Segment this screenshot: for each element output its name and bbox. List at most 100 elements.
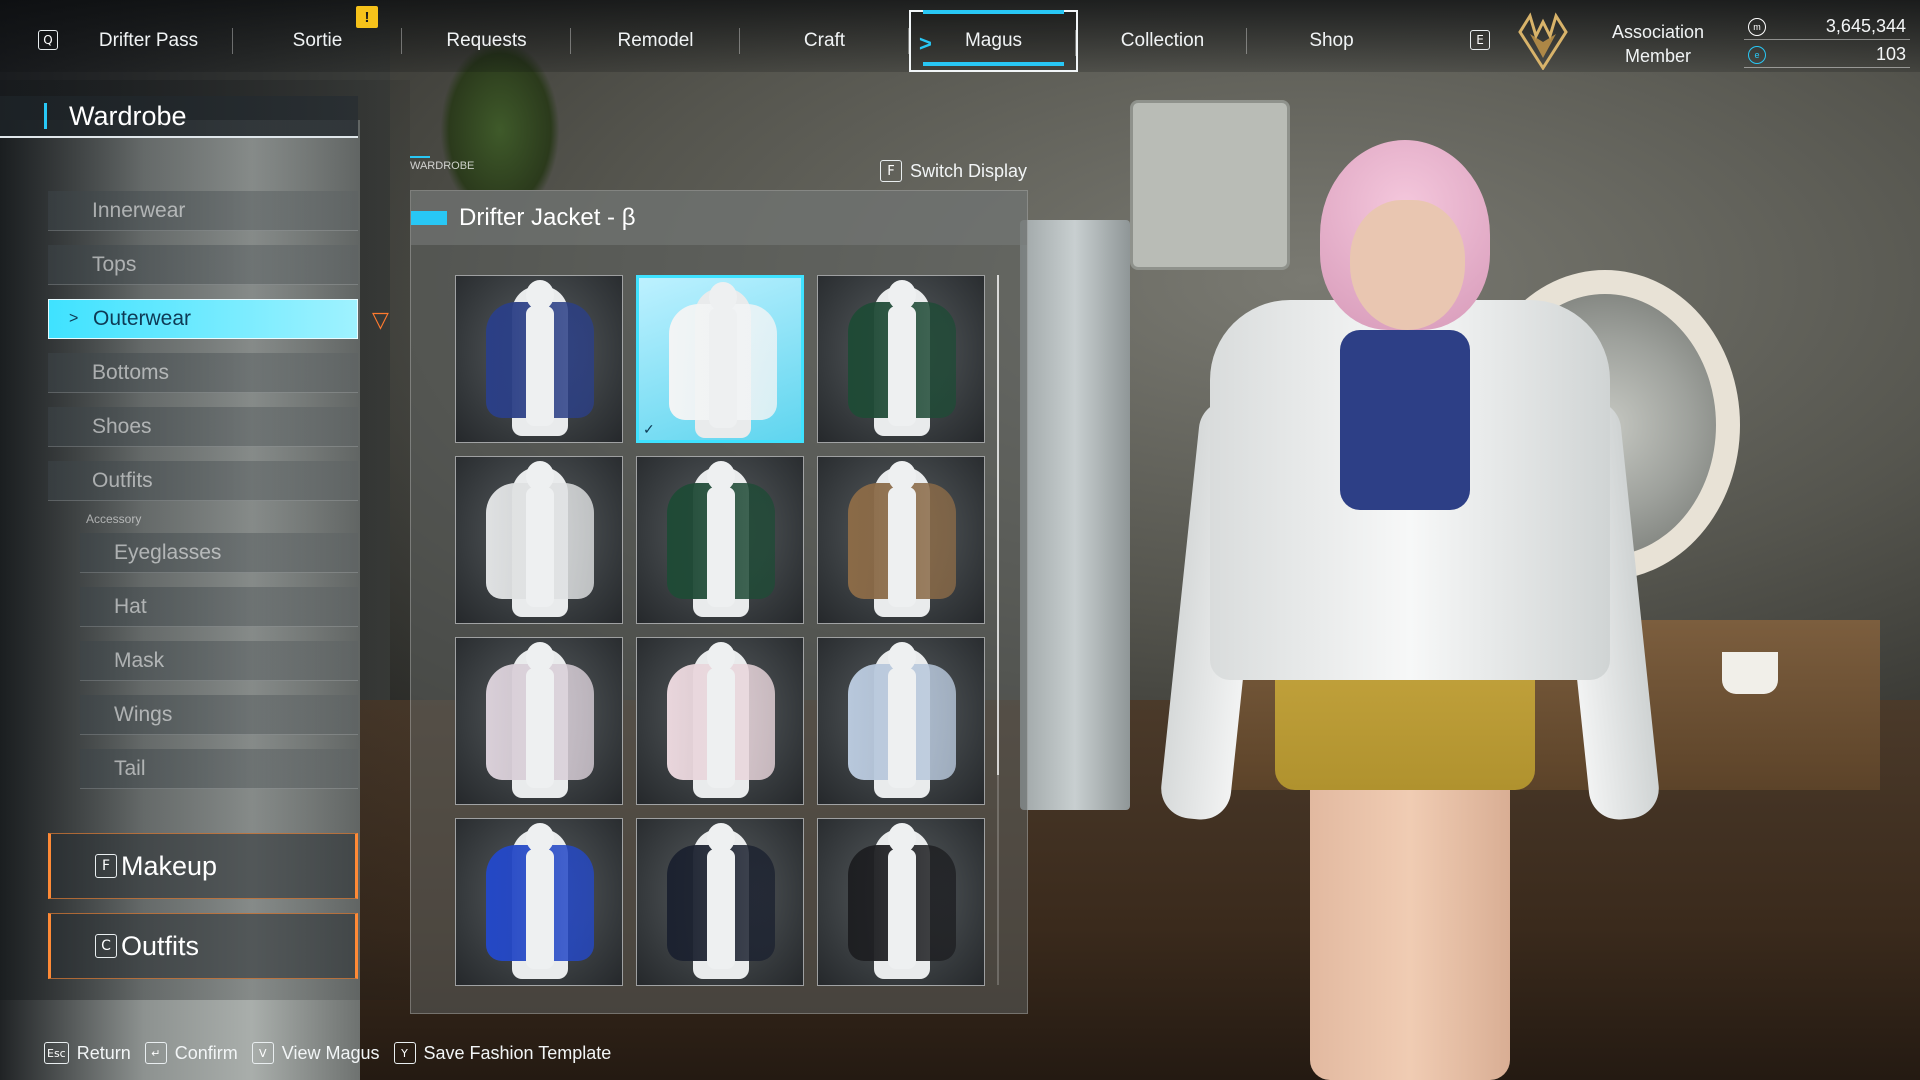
category-label: Tail bbox=[114, 756, 146, 780]
mannequin-head bbox=[888, 642, 916, 672]
outfit-item-tile[interactable] bbox=[817, 818, 985, 986]
category-bottoms[interactable]: Bottoms bbox=[48, 353, 358, 393]
outfit-item-tile[interactable] bbox=[455, 275, 623, 443]
bodysuit-preview bbox=[526, 306, 554, 426]
item-grid: ✓ bbox=[455, 275, 985, 986]
category-label: Bottoms bbox=[92, 360, 170, 384]
mannequin-head bbox=[707, 823, 735, 853]
tea-cup bbox=[1722, 652, 1778, 694]
nav-prev-key[interactable]: Q bbox=[38, 30, 58, 50]
currency-secondary: e 103 bbox=[1744, 42, 1910, 68]
check-icon: ✓ bbox=[643, 421, 655, 437]
outfit-item-tile[interactable] bbox=[455, 818, 623, 986]
tab-label: Sortie bbox=[292, 30, 343, 51]
outfit-item-tile[interactable] bbox=[817, 637, 985, 805]
outfit-item-tile[interactable] bbox=[636, 637, 804, 805]
outfit-item-tile[interactable] bbox=[636, 456, 804, 624]
accessory-section-label: Accessory bbox=[86, 512, 142, 526]
gem-icon: e bbox=[1748, 45, 1766, 64]
category-tail[interactable]: Tail bbox=[80, 749, 358, 789]
outfit-item-tile[interactable] bbox=[636, 818, 804, 986]
mannequin-head bbox=[707, 461, 735, 491]
header-accent bbox=[411, 211, 447, 225]
category-wings[interactable]: Wings bbox=[80, 695, 358, 735]
key-hints: Esc Return ↵ Confirm V View Magus Y Save… bbox=[44, 1042, 625, 1064]
outfits-label: Outfits bbox=[121, 930, 200, 961]
rank-line-1: Association bbox=[1611, 22, 1705, 42]
nav-next-key[interactable]: E bbox=[1470, 30, 1490, 50]
character-legs bbox=[1310, 770, 1510, 1080]
bodysuit-preview bbox=[709, 308, 737, 428]
category-hat[interactable]: Hat bbox=[80, 587, 358, 627]
hint-key: V bbox=[251, 1042, 274, 1064]
tab-label: Shop bbox=[1309, 30, 1354, 51]
category-shoes[interactable]: Shoes bbox=[48, 407, 358, 447]
category-tops[interactable]: Tops bbox=[48, 245, 358, 285]
currency-secondary-value: 103 bbox=[1875, 44, 1906, 64]
character-preview[interactable] bbox=[1158, 130, 1662, 1080]
tab-requests[interactable]: Requests bbox=[402, 10, 571, 72]
hint-label: Save Fashion Template bbox=[423, 1042, 612, 1063]
active-tab-bar bbox=[923, 10, 1064, 14]
wardrobe-title-text: Wardrobe bbox=[69, 100, 187, 131]
tab-label: Remodel bbox=[617, 30, 694, 51]
outfit-item-tile[interactable] bbox=[817, 456, 985, 624]
makeup-button[interactable]: F Makeup bbox=[48, 833, 358, 899]
bodysuit-preview bbox=[888, 668, 916, 788]
outfit-item-tile[interactable] bbox=[455, 456, 623, 624]
tab-drifter-pass[interactable]: Drifter Pass bbox=[64, 10, 233, 72]
room-pillar bbox=[1020, 220, 1130, 810]
hint-key: Esc bbox=[44, 1042, 69, 1064]
tab-magus[interactable]: > Magus bbox=[909, 10, 1078, 72]
page-title: Wardrobe bbox=[0, 96, 358, 138]
tab-craft[interactable]: Craft bbox=[740, 10, 909, 72]
filter-icon[interactable]: ▽ bbox=[372, 308, 396, 332]
panel-tag-text: WARDROBE bbox=[410, 160, 475, 172]
hint-return[interactable]: Esc Return bbox=[44, 1042, 131, 1064]
tab-label: Craft bbox=[803, 30, 846, 51]
outfits-button[interactable]: C Outfits bbox=[48, 913, 358, 979]
bodysuit-preview bbox=[707, 849, 735, 969]
category-eyeglasses[interactable]: Eyeglasses bbox=[80, 533, 358, 573]
category-mask[interactable]: Mask bbox=[80, 641, 358, 681]
category-label: Mask bbox=[114, 648, 165, 672]
tag-accent bbox=[410, 156, 430, 158]
hint-label: View Magus bbox=[281, 1042, 380, 1063]
panel-tag: WARDROBE bbox=[410, 156, 475, 172]
mannequin-head bbox=[888, 461, 916, 491]
character-shirt bbox=[1340, 330, 1470, 510]
category-outerwear[interactable]: > Outerwear bbox=[48, 299, 358, 339]
outfit-item-tile[interactable] bbox=[817, 275, 985, 443]
item-header: Drifter Jacket - β bbox=[411, 191, 1027, 245]
makeup-key: F bbox=[95, 854, 117, 878]
category-outfits[interactable]: Outfits bbox=[48, 461, 358, 501]
switch-display-label: Switch Display bbox=[910, 160, 1028, 181]
hint-confirm[interactable]: ↵ Confirm bbox=[144, 1042, 238, 1064]
mannequin-head bbox=[526, 280, 554, 310]
hint-key: Y bbox=[393, 1042, 416, 1064]
mannequin-head bbox=[888, 280, 916, 310]
tab-sortie[interactable]: Sortie! bbox=[233, 6, 402, 72]
tab-shop[interactable]: Shop bbox=[1247, 10, 1416, 72]
tab-label: Drifter Pass bbox=[98, 30, 199, 51]
outfits-key: C bbox=[95, 934, 117, 958]
character-face bbox=[1350, 200, 1465, 330]
category-label: Eyeglasses bbox=[114, 540, 222, 564]
hint-key: ↵ bbox=[144, 1042, 167, 1064]
scrollbar-thumb[interactable] bbox=[997, 275, 999, 775]
switch-display-key: F bbox=[880, 160, 902, 182]
tab-remodel[interactable]: Remodel bbox=[571, 10, 740, 72]
outfit-item-tile[interactable] bbox=[455, 637, 623, 805]
category-label: Shoes bbox=[92, 414, 152, 438]
category-innerwear[interactable]: Innerwear bbox=[48, 191, 358, 231]
hint-view-magus[interactable]: V View Magus bbox=[251, 1042, 380, 1064]
outfit-item-tile[interactable]: ✓ bbox=[636, 275, 804, 443]
switch-display-button[interactable]: F Switch Display bbox=[880, 160, 1027, 182]
mannequin-head bbox=[526, 823, 554, 853]
category-label: Wings bbox=[114, 702, 173, 726]
hint-save-template[interactable]: Y Save Fashion Template bbox=[393, 1042, 612, 1064]
bodysuit-preview bbox=[888, 487, 916, 607]
chevron-right-icon: > bbox=[919, 31, 932, 56]
tab-collection[interactable]: Collection bbox=[1078, 10, 1247, 72]
category-label: Outerwear bbox=[93, 307, 192, 330]
